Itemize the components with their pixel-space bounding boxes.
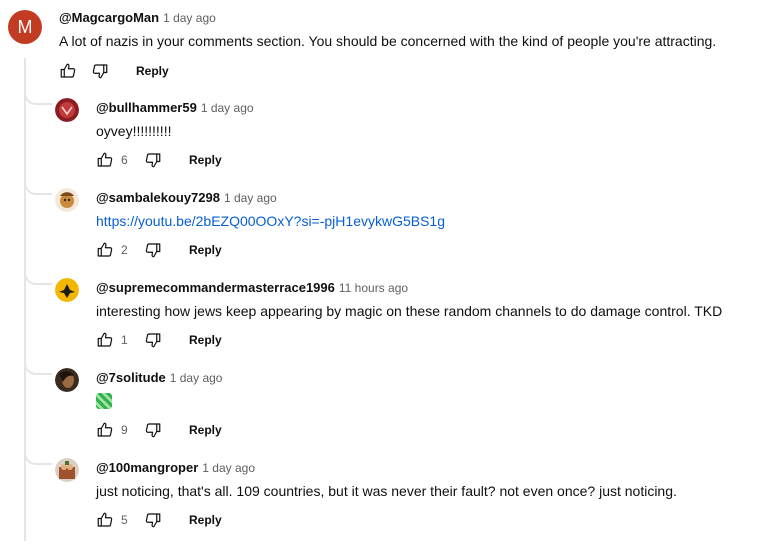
timestamp[interactable]: 1 day ago xyxy=(163,11,216,25)
like-count: 6 xyxy=(121,153,128,167)
like-icon[interactable] xyxy=(95,330,115,350)
comment-header: @sambalekouy7298 1 day ago xyxy=(96,190,277,205)
dislike-icon[interactable] xyxy=(143,510,163,530)
reply-button[interactable]: Reply xyxy=(189,153,222,167)
like-icon[interactable] xyxy=(95,420,115,440)
comment-text xyxy=(96,392,112,410)
comment-text: oyvey!!!!!!!!!! xyxy=(96,123,172,139)
avatar[interactable] xyxy=(55,458,79,482)
like-count: 5 xyxy=(121,513,128,527)
author-name[interactable]: @7solitude xyxy=(96,370,166,385)
like-icon[interactable] xyxy=(58,61,78,81)
comment-header: @100mangroper 1 day ago xyxy=(96,460,255,475)
comment-actions: 6 Reply xyxy=(95,150,222,170)
like-count: 2 xyxy=(121,243,128,257)
dislike-icon[interactable] xyxy=(90,61,110,81)
timestamp[interactable]: 11 hours ago xyxy=(339,281,408,295)
comment-text: just noticing, that's all. 109 countries… xyxy=(96,483,677,499)
like-icon[interactable] xyxy=(95,240,115,260)
reply-comment: @7solitude 1 day ago 9 Reply xyxy=(0,366,762,456)
author-name[interactable]: @sambalekouy7298 xyxy=(96,190,220,205)
avatar[interactable] xyxy=(55,278,79,302)
like-count: 1 xyxy=(121,333,128,347)
dislike-icon[interactable] xyxy=(143,420,163,440)
comment-header: @MagcargoMan 1 day ago xyxy=(59,10,216,25)
comment-actions: 9 Reply xyxy=(95,420,222,440)
dislike-icon[interactable] xyxy=(143,150,163,170)
author-name[interactable]: @supremecommandermasterrace1996 xyxy=(96,280,335,295)
reply-comment: @bullhammer59 1 day ago oyvey!!!!!!!!!! 6… xyxy=(0,96,762,186)
reply-comment: @supremecommandermasterrace1996 11 hours … xyxy=(0,276,762,366)
custom-emoji-icon xyxy=(96,393,112,410)
comment-actions: Reply xyxy=(58,61,169,81)
comment-actions: 1 Reply xyxy=(95,330,222,350)
comment-text: interesting how jews keep appearing by m… xyxy=(96,303,723,319)
reply-button[interactable]: Reply xyxy=(136,64,169,78)
dislike-icon[interactable] xyxy=(143,330,163,350)
timestamp[interactable]: 1 day ago xyxy=(224,191,277,205)
timestamp[interactable]: 1 day ago xyxy=(202,461,255,475)
timestamp[interactable]: 1 day ago xyxy=(201,101,254,115)
dislike-icon[interactable] xyxy=(143,240,163,260)
comment-actions: 2 Reply xyxy=(95,240,222,260)
comment-actions: 5 Reply xyxy=(95,510,222,530)
author-name[interactable]: @100mangroper xyxy=(96,460,198,475)
reply-button[interactable]: Reply xyxy=(189,333,222,347)
like-icon[interactable] xyxy=(95,150,115,170)
comment-header: @7solitude 1 day ago xyxy=(96,370,222,385)
reply-comment: @sambalekouy7298 1 day ago https://youtu.… xyxy=(0,186,762,276)
reply-button[interactable]: Reply xyxy=(189,243,222,257)
avatar[interactable] xyxy=(55,188,79,212)
reply-button[interactable]: Reply xyxy=(189,423,222,437)
comment-header: @bullhammer59 1 day ago xyxy=(96,100,254,115)
reply-comment: @100mangroper 1 day ago just noticing, th… xyxy=(0,456,762,546)
like-icon[interactable] xyxy=(95,510,115,530)
like-count: 9 xyxy=(121,423,128,437)
timestamp[interactable]: 1 day ago xyxy=(170,371,223,385)
comment-header: @supremecommandermasterrace1996 11 hours … xyxy=(96,280,408,295)
avatar[interactable]: M xyxy=(8,10,42,44)
comment-link[interactable]: https://youtu.be/2bEZQ00OOxY?si=-pjH1evy… xyxy=(96,213,445,229)
avatar[interactable] xyxy=(55,368,79,392)
author-name[interactable]: @MagcargoMan xyxy=(59,10,159,25)
avatar[interactable] xyxy=(55,98,79,122)
main-comment: M @MagcargoMan 1 day ago A lot of nazis i… xyxy=(0,0,762,86)
comment-text: A lot of nazis in your comments section.… xyxy=(59,33,717,49)
reply-button[interactable]: Reply xyxy=(189,513,222,527)
author-name[interactable]: @bullhammer59 xyxy=(96,100,197,115)
avatar-letter: M xyxy=(17,16,33,37)
